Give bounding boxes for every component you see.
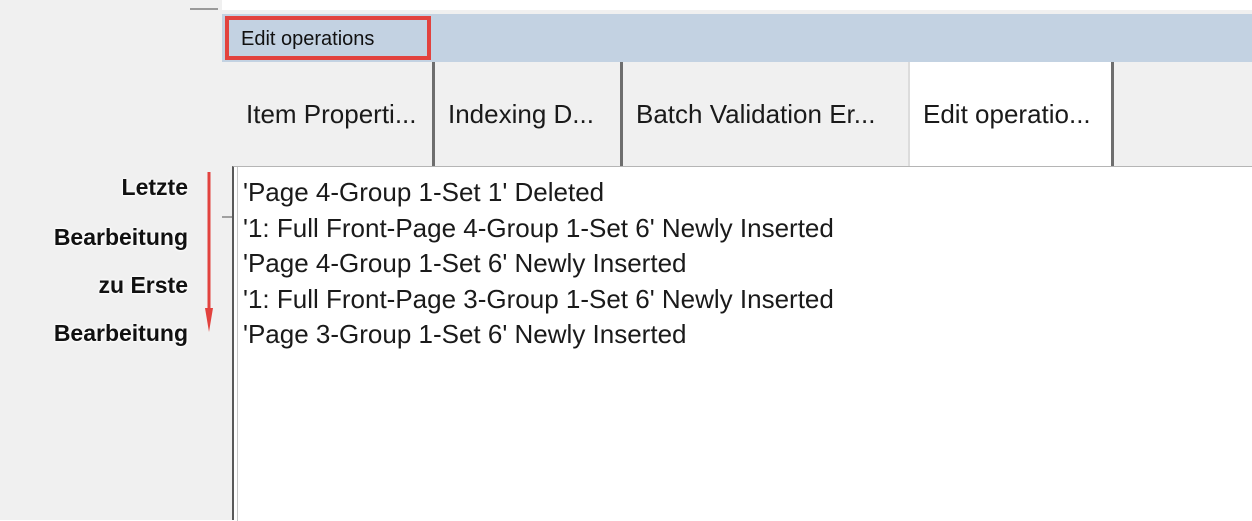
order-annotation: Letzte Bearbeitung zu Erste Bearbeitung	[10, 168, 196, 358]
splitter-tick	[190, 8, 218, 10]
annotation-line: zu Erste	[98, 272, 188, 298]
list-item[interactable]: 'Page 4-Group 1-Set 1' Deleted	[243, 175, 834, 211]
tab-batch-validation-errors[interactable]: Batch Validation Er...	[623, 62, 911, 166]
annotation-line: Letzte	[121, 174, 188, 200]
list-item[interactable]: '1: Full Front-Page 4-Group 1-Set 6' New…	[243, 211, 834, 247]
tab-indexing[interactable]: Indexing D...	[435, 62, 623, 166]
list-item[interactable]: 'Page 3-Group 1-Set 6' Newly Inserted	[243, 317, 834, 353]
operations-list-box[interactable]: 'Page 4-Group 1-Set 1' Deleted '1: Full …	[232, 166, 1252, 521]
tab-edit-operations[interactable]: Edit operatio...	[908, 62, 1114, 166]
tab-label: Item Properti...	[246, 98, 417, 129]
panel-header: Edit operations	[222, 14, 1252, 62]
operations-list: 'Page 4-Group 1-Set 1' Deleted '1: Full …	[243, 175, 834, 353]
tab-item-properties[interactable]: Item Properti...	[233, 62, 435, 166]
tab-strip: Item Properti... Indexing D... Batch Val…	[222, 62, 1252, 218]
list-item[interactable]: 'Page 4-Group 1-Set 6' Newly Inserted	[243, 246, 834, 282]
edit-operations-panel: Edit operations Item Properti... Indexin…	[222, 10, 1252, 521]
annotation-line: Bearbeitung	[53, 224, 188, 250]
down-arrow-icon	[205, 172, 213, 332]
panel-title-highlight: Edit operations	[225, 16, 431, 60]
tab-label: Indexing D...	[448, 98, 594, 129]
list-item[interactable]: '1: Full Front-Page 3-Group 1-Set 6' New…	[243, 282, 834, 318]
list-box-edge	[237, 167, 238, 521]
panel-title: Edit operations	[241, 28, 375, 50]
tab-label: Edit operatio...	[923, 98, 1091, 129]
tab-label: Batch Validation Er...	[636, 98, 876, 129]
annotation-line: Bearbeitung	[53, 320, 188, 346]
